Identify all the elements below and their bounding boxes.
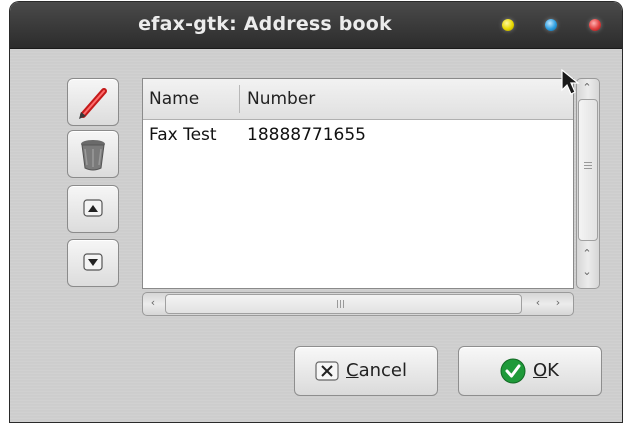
scroll-left-arrow-icon[interactable]: ‹ — [147, 296, 159, 310]
list-header: Name Number — [143, 79, 573, 120]
maximize-button[interactable] — [545, 19, 557, 31]
move-up-button[interactable] — [67, 185, 119, 233]
delete-entry-button[interactable] — [67, 130, 119, 178]
move-down-button[interactable] — [67, 239, 119, 287]
grip-icon — [337, 300, 346, 308]
address-book-window: efax-gtk: Address book Name Number Fax T… — [10, 2, 622, 422]
horizontal-scrollbar[interactable]: ‹ ‹ › — [142, 292, 574, 316]
titlebar[interactable]: efax-gtk: Address book — [10, 2, 622, 49]
scroll-up-arrow-lower-icon[interactable]: ⌃ — [581, 247, 593, 261]
edit-entry-button[interactable] — [67, 78, 119, 126]
checkmark-icon — [500, 358, 526, 384]
cancel-button-label: Cancel — [346, 360, 407, 381]
row-number-cell: 18888771655 — [247, 125, 366, 145]
window-title: efax-gtk: Address book — [138, 13, 392, 35]
arrow-down-icon — [83, 253, 103, 271]
column-header-name[interactable]: Name — [149, 89, 199, 109]
pencil-icon — [79, 88, 107, 119]
arrow-up-icon — [83, 199, 103, 217]
close-box-icon — [315, 361, 339, 381]
minimize-button[interactable] — [502, 19, 514, 31]
close-button[interactable] — [589, 19, 601, 31]
grip-icon — [584, 162, 592, 170]
cancel-button[interactable]: Cancel — [294, 346, 438, 396]
column-divider — [239, 85, 240, 113]
horizontal-scroll-thumb[interactable] — [165, 294, 522, 314]
vertical-scroll-thumb[interactable] — [578, 99, 598, 241]
table-row[interactable]: Fax Test 18888771655 — [143, 125, 573, 151]
scroll-left-arrow-right-icon[interactable]: ‹ — [532, 296, 544, 310]
trash-icon — [81, 140, 105, 171]
mouse-cursor-icon — [561, 68, 580, 95]
scroll-down-arrow-icon[interactable]: ⌄ — [581, 265, 593, 279]
address-list[interactable]: Name Number Fax Test 18888771655 — [142, 78, 574, 289]
ok-button[interactable]: OK — [458, 346, 602, 396]
row-name-cell: Fax Test — [149, 125, 217, 145]
ok-button-label: OK — [533, 360, 559, 381]
vertical-scrollbar[interactable]: ⌃ ⌃ ⌄ — [576, 78, 600, 289]
column-header-number[interactable]: Number — [247, 89, 315, 109]
scroll-right-arrow-icon[interactable]: › — [552, 296, 564, 310]
